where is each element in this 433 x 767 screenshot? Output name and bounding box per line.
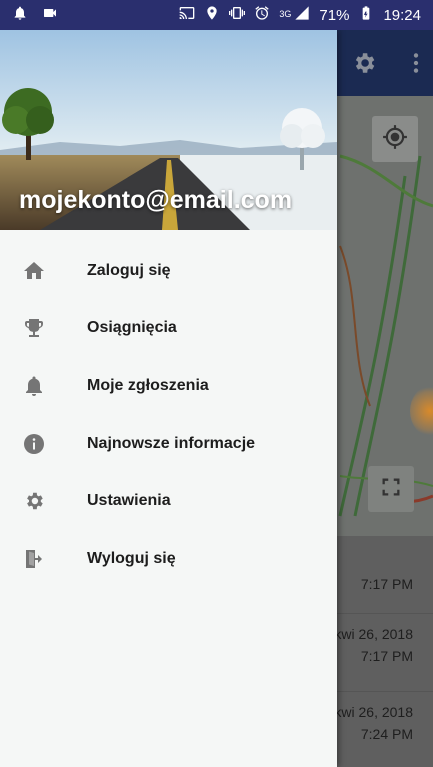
list-item-time: 7:17 PM: [360, 648, 413, 664]
menu-item-logout[interactable]: Wyloguj się: [0, 530, 337, 588]
menu-item-login[interactable]: Zaloguj się: [0, 242, 337, 300]
signal-3g-label: 3G: [279, 9, 292, 19]
menu-item-label: Wyloguj się: [87, 549, 176, 567]
home-icon: [22, 259, 46, 283]
alarm-icon: [254, 5, 270, 25]
drawer-menu: Zaloguj się Osiągnięcia Moje zgłoszenia …: [0, 230, 337, 588]
trophy-icon: [22, 316, 46, 340]
battery-percent: 71%: [319, 6, 350, 24]
menu-item-label: Ustawienia: [87, 492, 171, 510]
menu-item-settings[interactable]: Ustawienia: [0, 472, 337, 530]
account-email: mojekonto@email.com: [19, 186, 293, 214]
navigation-drawer: mojekonto@email.com Zaloguj się Osiągnię…: [0, 30, 337, 767]
menu-item-label: Najnowsze informacje: [87, 434, 256, 452]
fullscreen-icon: [380, 476, 402, 503]
logout-icon: [22, 547, 46, 571]
crosshair-icon: [382, 124, 408, 155]
menu-item-latest-news[interactable]: Najnowsze informacje: [0, 415, 337, 473]
list-item-date: kwi 26, 2018: [334, 626, 413, 642]
drawer-header: mojekonto@email.com: [0, 30, 337, 230]
menu-item-label: Osiągnięcia: [87, 319, 177, 337]
bell-icon: [22, 374, 46, 398]
overflow-menu-icon[interactable]: [411, 50, 421, 81]
info-icon: [22, 432, 46, 456]
list-item-time: 7:24 PM: [360, 726, 413, 742]
list-item-time: 7:17 PM: [360, 576, 413, 592]
signal-icon: [294, 5, 310, 25]
clock: 19:24: [383, 6, 421, 24]
video-camera-icon: [42, 5, 58, 25]
menu-item-my-reports[interactable]: Moje zgłoszenia: [0, 357, 337, 415]
locate-me-button[interactable]: [372, 116, 418, 162]
gear-icon: [22, 489, 46, 513]
battery-icon: [358, 5, 374, 25]
status-bar: 3G 71% 19:24: [0, 0, 433, 30]
notification-bell-icon: [12, 5, 28, 25]
location-pin-icon: [204, 5, 220, 25]
list-item-date: kwi 26, 2018: [334, 704, 413, 720]
menu-item-label: Moje zgłoszenia: [87, 376, 209, 394]
vibrate-icon: [229, 5, 246, 25]
menu-item-achievements[interactable]: Osiągnięcia: [0, 300, 337, 358]
settings-gear-icon[interactable]: [351, 50, 377, 81]
menu-item-label: Zaloguj się: [87, 261, 171, 279]
cast-icon: [179, 5, 195, 25]
fullscreen-button[interactable]: [368, 466, 414, 512]
